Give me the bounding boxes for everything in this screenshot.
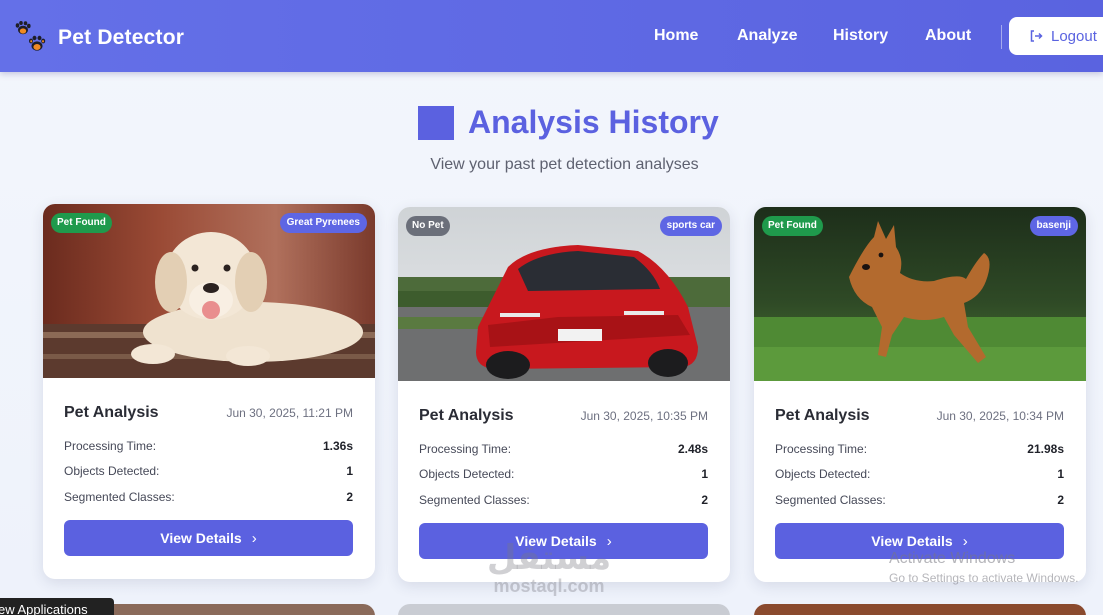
page-title: Analysis History [418, 104, 719, 141]
status-badge: Pet Found [51, 213, 112, 233]
card-title: Pet Analysis [419, 407, 514, 424]
processing-time-value: 1.36s [322, 439, 353, 453]
view-details-label: View Details [160, 530, 242, 546]
segmented-classes-label: Segmented Classes: [64, 490, 175, 504]
history-card: Pet Found basenji Pet Analysis Jun 30, 2… [754, 207, 1086, 582]
objects-detected-value: 1 [346, 464, 353, 478]
processing-time-label: Processing Time: [775, 442, 868, 456]
processing-time-label: Processing Time: [64, 439, 157, 453]
card-title: Pet Analysis [775, 407, 870, 424]
view-details-button[interactable]: View Details › [64, 520, 353, 556]
activate-sub: Go to Settings to activate Windows. [889, 571, 1079, 585]
segmented-classes-label: Segmented Classes: [419, 493, 530, 507]
segmented-classes-value: 2 [1057, 493, 1064, 507]
status-badge: No Pet [406, 216, 450, 236]
history-card-partial[interactable] [398, 604, 730, 615]
history-icon [418, 105, 454, 140]
processing-time-value: 21.98s [1027, 442, 1064, 456]
class-badge: basenji [1029, 216, 1078, 236]
objects-detected-label: Objects Detected: [419, 467, 515, 481]
card-date: Jun 30, 2025, 10:35 PM [580, 409, 708, 423]
class-badge: Great Pyrenees [279, 213, 367, 233]
analysis-thumbnail[interactable]: Pet Found Great Pyrenees [43, 204, 375, 378]
segmented-classes-label: Segmented Classes: [775, 493, 886, 507]
objects-detected-value: 1 [1057, 467, 1064, 481]
history-card-partial[interactable] [754, 604, 1086, 615]
activate-windows-notice: Activate Windows Go to Settings to activ… [889, 550, 1078, 585]
watermark: مستقل mostaql.com [484, 540, 614, 597]
paw-icon [14, 21, 48, 55]
analysis-thumbnail[interactable]: No Pet sports car [398, 207, 730, 381]
segmented-classes-value: 2 [701, 493, 708, 507]
page-subtitle: View your past pet detection analyses [430, 156, 699, 173]
analysis-thumbnail[interactable]: Pet Found basenji [754, 207, 1086, 381]
brand-title: Pet Detector [58, 26, 185, 49]
logout-button[interactable]: Logout [1009, 17, 1103, 55]
watermark-arabic: مستقل [486, 539, 612, 577]
page-title-text: Analysis History [468, 104, 719, 140]
logout-icon [1030, 30, 1043, 42]
activate-title: Activate Windows [889, 550, 1016, 567]
nav-history[interactable]: History [833, 27, 888, 45]
processing-time-label: Processing Time: [419, 442, 512, 456]
chevron-right-icon: › [251, 529, 257, 547]
card-date: Jun 30, 2025, 10:34 PM [936, 409, 1064, 423]
nav-divider [1001, 25, 1002, 49]
card-title: Pet Analysis [64, 404, 159, 421]
history-card: Pet Found Great Pyrenees Pet Analysis Ju… [43, 204, 375, 579]
objects-detected-value: 1 [701, 467, 708, 481]
card-date: Jun 30, 2025, 11:21 PM [226, 406, 353, 420]
objects-detected-label: Objects Detected: [775, 467, 871, 481]
nav-home[interactable]: Home [654, 27, 698, 45]
nav-about[interactable]: About [925, 27, 971, 45]
logout-label: Logout [1051, 27, 1097, 45]
watermark-latin: mostaql.com [493, 576, 605, 596]
nav-analyze[interactable]: Analyze [737, 27, 797, 45]
processing-time-value: 2.48s [677, 442, 708, 456]
view-details-label: View Details [871, 533, 953, 549]
class-badge: sports car [659, 216, 722, 236]
chevron-right-icon: › [962, 532, 968, 550]
brand[interactable]: Pet Detector [14, 20, 184, 56]
history-card: No Pet sports car Pet Analysis Jun 30, 2… [398, 207, 730, 582]
segmented-classes-value: 2 [346, 490, 353, 504]
taskbar-tooltip: ew Applications [0, 598, 114, 615]
status-badge: Pet Found [762, 216, 823, 236]
objects-detected-label: Objects Detected: [64, 464, 160, 478]
navbar: Pet Detector Home Analyze History About … [0, 0, 1103, 72]
